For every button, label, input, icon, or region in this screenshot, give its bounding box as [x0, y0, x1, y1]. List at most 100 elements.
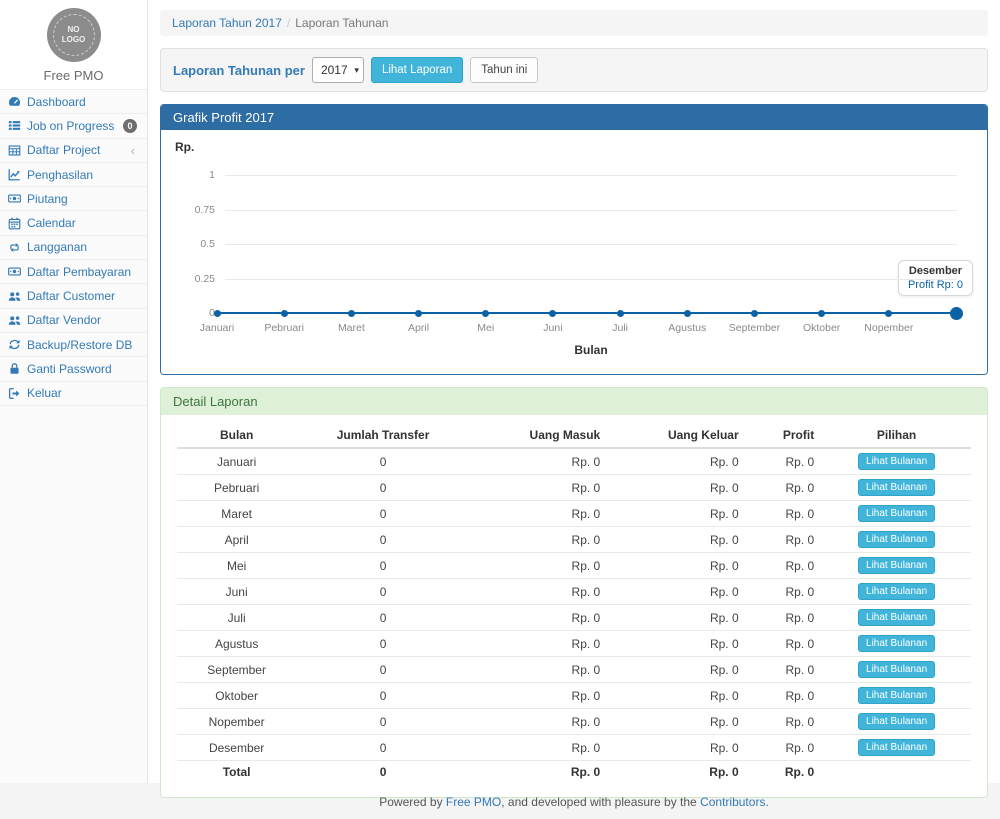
- sidebar-item-ganti-password[interactable]: Ganti Password: [0, 357, 147, 381]
- month-cell: Juni: [177, 579, 296, 605]
- lihat-bulanan-button[interactable]: Lihat Bulanan: [858, 739, 935, 756]
- profit-chart-panel: Grafik Profit 2017 Rp. Desember Profit R…: [160, 104, 988, 375]
- lihat-bulanan-button[interactable]: Lihat Bulanan: [858, 531, 935, 548]
- sidebar-item-langganan[interactable]: Langganan: [0, 236, 147, 260]
- sidebar-item-calendar[interactable]: Calendar: [0, 211, 147, 235]
- lihat-bulanan-button[interactable]: Lihat Bulanan: [858, 583, 935, 600]
- x-axis-title: Bulan: [225, 343, 957, 357]
- uang-keluar-cell: Rp. 0: [608, 501, 746, 527]
- table-total-row: Total0Rp. 0Rp. 0Rp. 0: [177, 761, 971, 784]
- action-cell: Lihat Bulanan: [822, 448, 971, 475]
- year-select[interactable]: 2017: [312, 57, 364, 83]
- breadcrumb-link[interactable]: Laporan Tahun 2017: [172, 16, 282, 30]
- uang-masuk-cell: Rp. 0: [470, 475, 608, 501]
- uang-masuk-cell: Rp. 0: [470, 579, 608, 605]
- chart-point-april[interactable]: [415, 310, 422, 317]
- x-axis-tick-label: Nopember: [849, 322, 929, 334]
- profit-cell: Rp. 0: [747, 475, 823, 501]
- tahun-ini-button[interactable]: Tahun ini: [470, 57, 538, 83]
- chart-point-januari[interactable]: [214, 310, 221, 317]
- sidebar-item-label: Dashboard: [27, 95, 86, 109]
- lihat-bulanan-button[interactable]: Lihat Bulanan: [858, 557, 935, 574]
- sidebar-item-penghasilan[interactable]: Penghasilan: [0, 163, 147, 187]
- lihat-bulanan-button[interactable]: Lihat Bulanan: [858, 635, 935, 652]
- month-cell: Agustus: [177, 631, 296, 657]
- sidebar-item-dashboard[interactable]: Dashboard: [0, 90, 147, 114]
- monthly-report-table: BulanJumlah TransferUang MasukUang Kelua…: [177, 423, 971, 783]
- month-cell: Desember: [177, 735, 296, 761]
- contributors-link[interactable]: Contributors.: [700, 795, 769, 809]
- sidebar-item-piutang[interactable]: Piutang: [0, 187, 147, 211]
- sidebar-item-label: Ganti Password: [27, 362, 112, 376]
- profit-cell: Rp. 0: [747, 448, 823, 475]
- uang-masuk-cell: Rp. 0: [470, 735, 608, 761]
- lihat-bulanan-button[interactable]: Lihat Bulanan: [858, 661, 935, 678]
- gridline: [225, 244, 957, 245]
- chart-point-juli[interactable]: [617, 310, 624, 317]
- sidebar-item-job-on-progress[interactable]: Job on Progress0: [0, 114, 147, 138]
- table-icon: [7, 144, 21, 157]
- sign-out-icon: [7, 387, 21, 400]
- uang-masuk-cell: Rp. 0: [470, 631, 608, 657]
- chart-point-nopember[interactable]: [885, 310, 892, 317]
- gridline: [225, 210, 957, 211]
- sidebar-item-label: Calendar: [27, 216, 76, 230]
- lihat-bulanan-button[interactable]: Lihat Bulanan: [858, 609, 935, 626]
- action-cell: Lihat Bulanan: [822, 683, 971, 709]
- uang-masuk-cell: Rp. 0: [470, 527, 608, 553]
- lihat-bulanan-button[interactable]: Lihat Bulanan: [858, 713, 935, 730]
- sidebar-item-daftar-vendor[interactable]: Daftar Vendor: [0, 309, 147, 333]
- chart-point-agustus[interactable]: [684, 310, 691, 317]
- profit-series-line: [217, 312, 956, 314]
- lihat-bulanan-button[interactable]: Lihat Bulanan: [858, 505, 935, 522]
- free-pmo-link[interactable]: Free PMO: [446, 795, 501, 809]
- lihat-bulanan-button[interactable]: Lihat Bulanan: [858, 687, 935, 704]
- sidebar-item-label: Langganan: [27, 240, 87, 254]
- sidebar-item-daftar-customer[interactable]: Daftar Customer: [0, 284, 147, 308]
- chart-point-oktober[interactable]: [818, 310, 825, 317]
- transfer-count-cell: 0: [296, 709, 470, 735]
- sidebar-item-daftar-pembayaran[interactable]: Daftar Pembayaran: [0, 260, 147, 284]
- sidebar-item-daftar-project[interactable]: Daftar Project‹: [0, 139, 147, 163]
- sidebar-item-backup-restore-db[interactable]: Backup/Restore DB: [0, 333, 147, 357]
- uang-keluar-cell: Rp. 0: [608, 735, 746, 761]
- money-icon: [7, 192, 21, 205]
- count-badge: 0: [123, 119, 137, 133]
- table-row-januari: Januari0Rp. 0Rp. 0Rp. 0Lihat Bulanan: [177, 448, 971, 475]
- sidebar-item-label: Daftar Project: [27, 143, 100, 157]
- lihat-bulanan-button[interactable]: Lihat Bulanan: [858, 453, 935, 470]
- uang-masuk-cell: Rp. 0: [470, 553, 608, 579]
- dashboard-icon: [7, 95, 21, 108]
- action-cell: Lihat Bulanan: [822, 553, 971, 579]
- column-header-bulan: Bulan: [177, 423, 296, 448]
- y-axis-tick-label: 1: [165, 169, 215, 181]
- chart-point-september[interactable]: [751, 310, 758, 317]
- chart-point-desember[interactable]: [950, 307, 963, 320]
- chart-point-mei[interactable]: [482, 310, 489, 317]
- chart-point-pebruari[interactable]: [281, 310, 288, 317]
- sidebar-item-keluar[interactable]: Keluar: [0, 382, 147, 406]
- column-header-uang-keluar: Uang Keluar: [608, 423, 746, 448]
- breadcrumb-current: Laporan Tahunan: [295, 16, 388, 30]
- chart-point-maret[interactable]: [348, 310, 355, 317]
- total-month-cell: Total: [177, 761, 296, 784]
- month-cell: Maret: [177, 501, 296, 527]
- chart-point-juni[interactable]: [549, 310, 556, 317]
- lihat-bulanan-button[interactable]: Lihat Bulanan: [858, 479, 935, 496]
- profit-cell: Rp. 0: [747, 553, 823, 579]
- sidebar-item-label: Daftar Customer: [27, 289, 115, 303]
- sidebar-item-label: Penghasilan: [27, 168, 93, 182]
- brand-name: Free PMO: [0, 68, 147, 83]
- chart-panel-title: Grafik Profit 2017: [161, 105, 987, 130]
- total-transfer-count-cell: 0: [296, 761, 470, 784]
- month-cell: Oktober: [177, 683, 296, 709]
- action-cell: Lihat Bulanan: [822, 527, 971, 553]
- table-row-juni: Juni0Rp. 0Rp. 0Rp. 0Lihat Bulanan: [177, 579, 971, 605]
- uang-masuk-cell: Rp. 0: [470, 657, 608, 683]
- month-cell: April: [177, 527, 296, 553]
- transfer-count-cell: 0: [296, 553, 470, 579]
- uang-keluar-cell: Rp. 0: [608, 683, 746, 709]
- lihat-laporan-button[interactable]: Lihat Laporan: [371, 57, 463, 83]
- profit-cell: Rp. 0: [747, 631, 823, 657]
- y-axis-tick-label: 0.75: [165, 204, 215, 216]
